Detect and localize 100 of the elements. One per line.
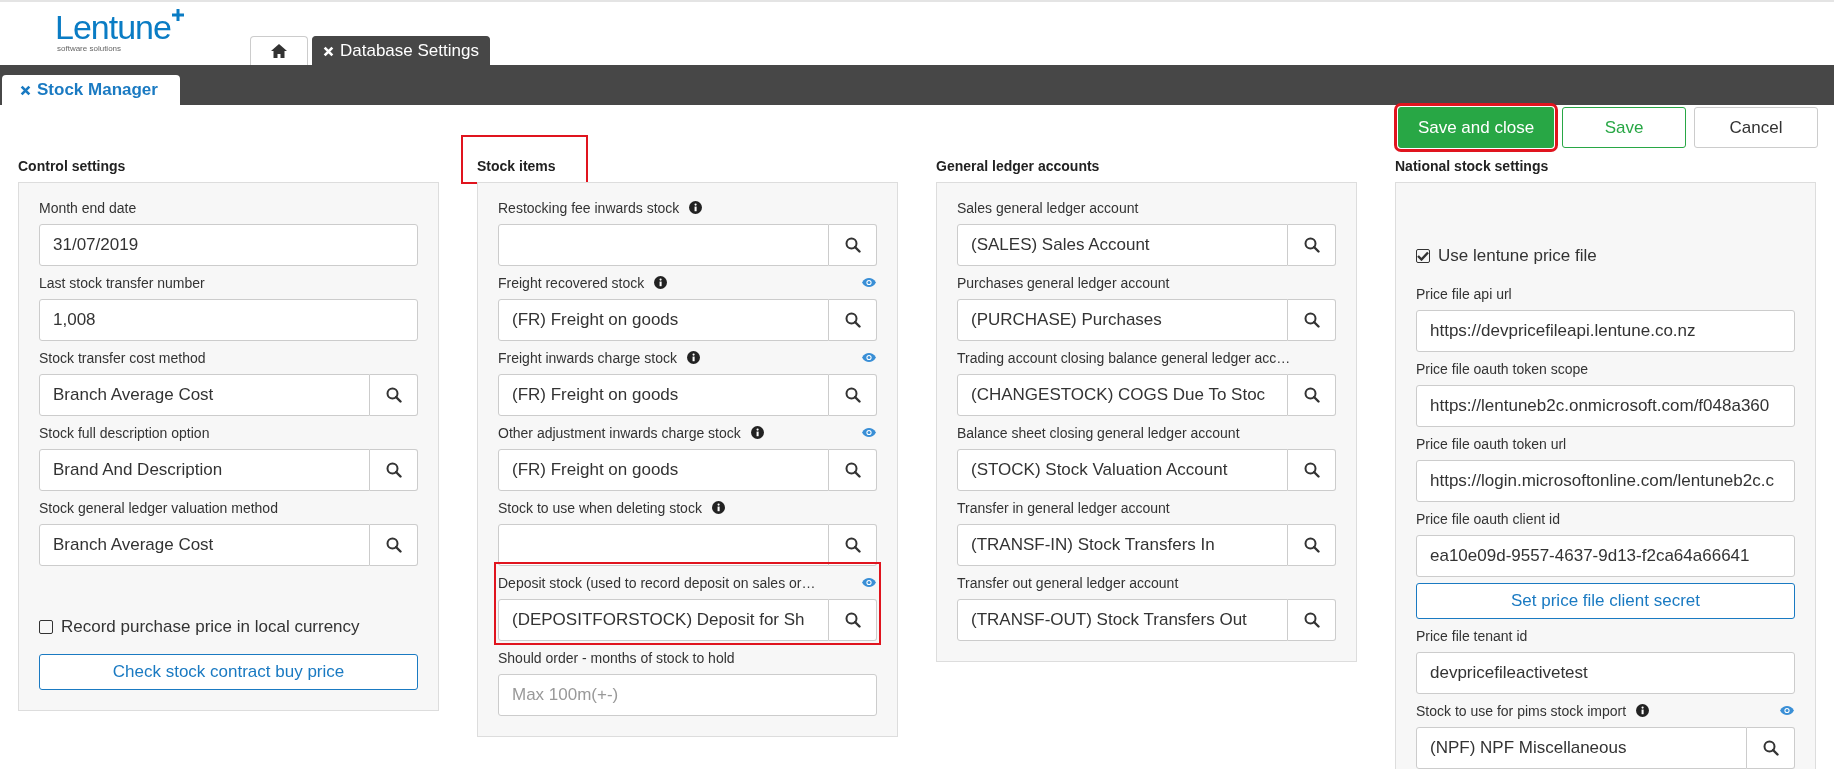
lookup-field[interactable]	[498, 524, 829, 566]
input-field[interactable]: https://login.microsoftonline.com/lentuneb2c.c	[1416, 460, 1795, 502]
search-button[interactable]	[370, 449, 418, 491]
checkbox[interactable]	[1416, 249, 1430, 263]
lookup-field[interactable]: (FR) Freight on goods	[498, 374, 829, 416]
lookup-field[interactable]: Branch Average Cost	[39, 524, 370, 566]
lookup-field[interactable]: (FR) Freight on goods	[498, 299, 829, 341]
field-label: Price file tenant id	[1416, 627, 1528, 644]
search-icon	[1762, 740, 1779, 756]
lookup-field[interactable]: (CHANGESTOCK) COGS Due To Stoc	[957, 374, 1288, 416]
lookup-field[interactable]	[498, 224, 829, 266]
info-icon[interactable]	[654, 276, 668, 289]
field-label: Month end date	[39, 199, 137, 216]
lookup-field[interactable]: (STOCK) Stock Valuation Account	[957, 449, 1288, 491]
search-button[interactable]	[829, 449, 877, 491]
search-button[interactable]	[1288, 299, 1336, 341]
eye-icon[interactable]	[861, 577, 877, 588]
input-field[interactable]: devpricefileactivetest	[1416, 652, 1795, 694]
field-label: Stock full description option	[39, 424, 210, 441]
home-icon	[270, 43, 288, 59]
input-field[interactable]: https://lentuneb2c.onmicrosoft.com/f048a360	[1416, 385, 1795, 427]
page-tab[interactable]: Database Settings	[312, 36, 490, 65]
field-label: Trading account closing balance general ledger acc…	[957, 349, 1291, 366]
search-button[interactable]	[370, 374, 418, 416]
action-button[interactable]: Check stock contract buy price	[39, 654, 418, 690]
search-icon	[844, 462, 861, 478]
search-button[interactable]	[1288, 449, 1336, 491]
field-label: Balance sheet closing general ledger account	[957, 424, 1240, 441]
field-label: Transfer in general ledger account	[957, 499, 1170, 516]
cancel-button[interactable]: Cancel	[1694, 107, 1818, 148]
module-tab[interactable]: Stock Manager	[2, 75, 180, 105]
input-field[interactable]: https://devpricefileapi.lentune.co.nz	[1416, 310, 1795, 352]
input-field[interactable]: 31/07/2019	[39, 224, 418, 266]
section-title: National stock settings	[1395, 156, 1549, 176]
field-label: Stock to use when deleting stock	[498, 499, 702, 516]
tab-label: Stock Manager	[37, 80, 158, 100]
search-button[interactable]	[1288, 224, 1336, 266]
input-field[interactable]: Max 100m(+-)	[498, 674, 877, 716]
lookup-field[interactable]: Branch Average Cost	[39, 374, 370, 416]
field-label: Price file api url	[1416, 285, 1512, 302]
search-button[interactable]	[1747, 727, 1795, 769]
close-icon[interactable]	[20, 84, 31, 96]
search-button[interactable]	[829, 299, 877, 341]
input-field[interactable]: ea10e09d-9557-4637-9d13-f2ca64a66641	[1416, 535, 1795, 577]
eye-icon[interactable]	[861, 427, 877, 438]
eye-icon[interactable]	[861, 352, 877, 363]
search-button[interactable]	[1288, 374, 1336, 416]
tab-label: Database Settings	[340, 41, 479, 61]
info-icon[interactable]	[750, 426, 764, 439]
checkbox-option[interactable]: Use lentune price file	[1416, 235, 1795, 277]
search-button[interactable]	[829, 374, 877, 416]
input-field[interactable]: 1,008	[39, 299, 418, 341]
field-label: Price file oauth token scope	[1416, 360, 1588, 377]
search-button[interactable]	[370, 524, 418, 566]
brand-logo: Lentune software solutions	[55, 10, 250, 53]
section-title: Stock items	[463, 137, 586, 182]
field-label: Stock to use for pims stock import	[1416, 702, 1627, 719]
info-icon[interactable]	[686, 351, 700, 364]
search-button[interactable]	[1288, 524, 1336, 566]
section-title: Control settings	[18, 156, 126, 176]
checkbox-option[interactable]: Record purchase price in local currency	[39, 606, 418, 648]
field-label: Price file oauth client id	[1416, 510, 1560, 527]
lookup-field[interactable]: (TRANSF-OUT) Stock Transfers Out	[957, 599, 1288, 641]
eye-icon[interactable]	[861, 277, 877, 288]
search-icon	[385, 537, 402, 553]
search-icon	[1303, 312, 1320, 328]
lookup-field[interactable]: (NPF) NPF Miscellaneous	[1416, 727, 1747, 769]
eye-icon[interactable]	[1779, 705, 1795, 716]
lookup-field[interactable]: (PURCHASE) Purchases	[957, 299, 1288, 341]
search-button[interactable]	[829, 524, 877, 566]
lookup-field[interactable]: (DEPOSITFORSTOCK) Deposit for Sh	[498, 599, 829, 641]
info-icon[interactable]	[1636, 704, 1650, 717]
search-icon	[1303, 237, 1320, 253]
search-button[interactable]	[1288, 599, 1336, 641]
info-icon[interactable]	[711, 501, 725, 514]
search-icon	[844, 537, 861, 553]
field-label: Stock general ledger valuation method	[39, 499, 278, 516]
info-icon[interactable]	[689, 201, 703, 214]
search-icon	[1303, 537, 1320, 553]
field-label: Transfer out general ledger account	[957, 574, 1179, 591]
field-label: Last stock transfer number	[39, 274, 205, 291]
lookup-field[interactable]: (SALES) Sales Account	[957, 224, 1288, 266]
field-label: Stock transfer cost method	[39, 349, 206, 366]
lookup-field[interactable]: (TRANSF-IN) Stock Transfers In	[957, 524, 1288, 566]
search-button[interactable]	[829, 599, 877, 641]
lookup-field[interactable]: Brand And Description	[39, 449, 370, 491]
field-label: Purchases general ledger account	[957, 274, 1170, 291]
search-icon	[1303, 612, 1320, 628]
search-icon	[844, 612, 861, 628]
field-label: Sales general ledger account	[957, 199, 1139, 216]
home-tab[interactable]	[250, 36, 308, 65]
search-button[interactable]	[829, 224, 877, 266]
lookup-field[interactable]: (FR) Freight on goods	[498, 449, 829, 491]
action-button[interactable]: Set price file client secret	[1416, 583, 1795, 619]
checkbox[interactable]	[39, 620, 53, 634]
field-label: Other adjustment inwards charge stock	[498, 424, 741, 441]
field-label: Price file oauth token url	[1416, 435, 1567, 452]
search-icon	[1303, 462, 1320, 478]
search-icon	[844, 237, 861, 253]
field-label: Freight recovered stock	[498, 274, 645, 291]
